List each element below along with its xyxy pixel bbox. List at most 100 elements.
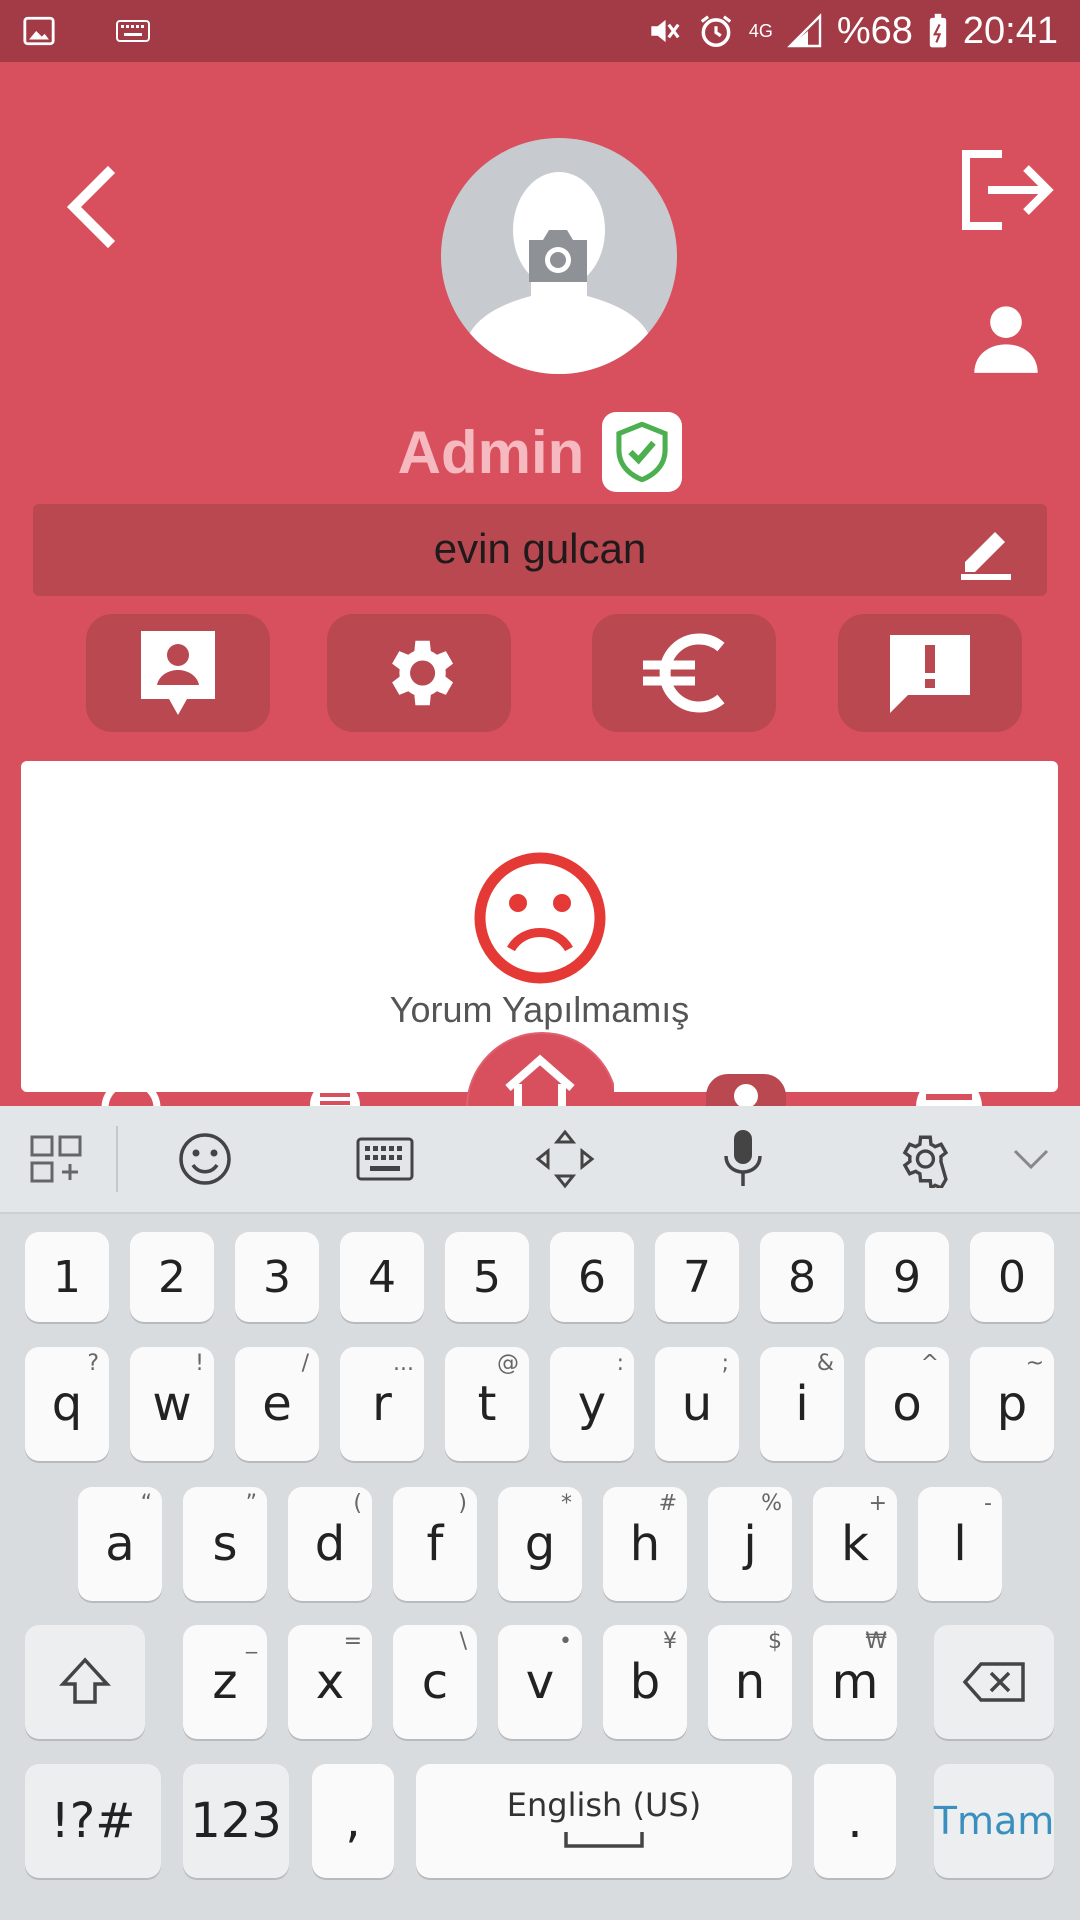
key-8[interactable]: 8 (760, 1232, 844, 1322)
key-s[interactable]: s” (183, 1487, 267, 1601)
mute-icon (645, 12, 683, 50)
nav-home[interactable] (466, 1032, 614, 1106)
symbols-key[interactable]: !?# (25, 1764, 161, 1878)
key-a[interactable]: a “ (78, 1487, 162, 1601)
key-o[interactable]: o ^ (865, 1347, 949, 1461)
backspace-key[interactable] (934, 1625, 1054, 1739)
key-hint: ... (393, 1351, 414, 1376)
key-hint: ₩ (865, 1629, 887, 1654)
battery-icon (927, 13, 949, 49)
emoji-icon[interactable] (172, 1126, 238, 1192)
keyboard-settings-icon[interactable] (890, 1126, 956, 1192)
key-c[interactable]: c \ (393, 1625, 477, 1739)
key-z[interactable]: z _ (183, 1625, 267, 1739)
nav-more[interactable] (916, 1074, 982, 1106)
key-label: , (345, 1793, 361, 1849)
key-p[interactable]: p ~ (970, 1347, 1054, 1461)
key-w[interactable]: w! (130, 1347, 214, 1461)
nav-list[interactable] (302, 1073, 368, 1106)
key-x[interactable]: x = (288, 1625, 372, 1739)
key-f[interactable]: f) (393, 1487, 477, 1601)
key-label: y (577, 1376, 607, 1432)
home-icon (505, 1054, 575, 1106)
collapse-keyboard-icon[interactable] (998, 1126, 1064, 1192)
name-field[interactable]: evin gulcan (33, 504, 1047, 596)
report-button[interactable] (838, 614, 1022, 732)
key-hint: / (301, 1351, 309, 1376)
nav-alarm[interactable] (96, 1070, 166, 1106)
key-label: u (681, 1376, 713, 1432)
key-d[interactable]: d( (288, 1487, 372, 1601)
shift-icon (59, 1657, 111, 1704)
done-key[interactable]: Tmam (934, 1764, 1054, 1878)
avatar[interactable] (441, 138, 677, 374)
key-t[interactable]: t @ (445, 1347, 529, 1461)
key-5[interactable]: 5 (445, 1232, 529, 1322)
comma-key[interactable]: , (312, 1764, 394, 1878)
key-label: 8 (788, 1251, 816, 1303)
payments-button[interactable] (592, 614, 776, 732)
microphone-icon[interactable] (710, 1126, 776, 1192)
key-e[interactable]: e / (235, 1347, 319, 1461)
nav-profile[interactable] (706, 1074, 786, 1106)
key-label: k (841, 1516, 869, 1572)
keyboard-mode-icon[interactable] (352, 1126, 418, 1192)
key-l[interactable]: l- (918, 1487, 1002, 1601)
logout-button[interactable] (958, 148, 1054, 232)
key-3[interactable]: 3 (235, 1232, 319, 1322)
key-b[interactable]: b ¥ (603, 1625, 687, 1739)
key-n[interactable]: n $ (708, 1625, 792, 1739)
back-icon (66, 165, 116, 249)
key-9[interactable]: 9 (865, 1232, 949, 1322)
key-hint: \ (459, 1629, 467, 1654)
key-label: 123 (190, 1793, 282, 1849)
key-label: 4 (368, 1251, 396, 1303)
key-hint: _ (246, 1629, 257, 1654)
key-j[interactable]: j% (708, 1487, 792, 1601)
shift-key[interactable] (25, 1625, 145, 1739)
apps-grid-icon[interactable] (24, 1126, 90, 1192)
key-i[interactable]: i & (760, 1347, 844, 1461)
key-u[interactable]: u; (655, 1347, 739, 1461)
key-6[interactable]: 6 (550, 1232, 634, 1322)
key-h[interactable]: h # (603, 1487, 687, 1601)
keyboard-icon (116, 20, 150, 47)
key-hint: “ (140, 1491, 152, 1516)
settings-button[interactable] (327, 614, 511, 732)
cursor-move-icon[interactable] (532, 1126, 598, 1192)
period-key[interactable]: . (814, 1764, 896, 1878)
key-label: f (426, 1516, 444, 1572)
key-k[interactable]: k + (813, 1487, 897, 1601)
battery-percent: %68 (836, 9, 913, 52)
key-m[interactable]: m ₩ (813, 1625, 897, 1739)
key-label: m (831, 1654, 879, 1710)
key-2[interactable]: 2 (130, 1232, 214, 1322)
empty-reviews-message: Yorum Yapılmamış (389, 989, 690, 1030)
key-1[interactable]: 1 (25, 1232, 109, 1322)
numbers-key[interactable]: 123 (183, 1764, 289, 1878)
key-label: w (152, 1376, 192, 1432)
key-4[interactable]: 4 (340, 1232, 424, 1322)
profile-button[interactable] (968, 300, 1044, 376)
list-nav-icon (310, 1080, 360, 1106)
key-hint: ^ (920, 1351, 939, 1376)
edit-icon[interactable] (957, 520, 1015, 587)
key-label: b (629, 1654, 661, 1710)
key-label: o (892, 1376, 922, 1432)
toolbar-divider (116, 1126, 118, 1192)
contact-button[interactable] (86, 614, 270, 732)
space-key[interactable]: English (US) (416, 1764, 792, 1878)
role-label: Admin (397, 418, 585, 486)
back-button[interactable] (62, 165, 126, 249)
key-7[interactable]: 7 (655, 1232, 739, 1322)
key-r[interactable]: r... (340, 1347, 424, 1461)
key-label: v (525, 1654, 555, 1710)
key-hint: • (559, 1629, 572, 1654)
backspace-icon (962, 1662, 1025, 1702)
key-y[interactable]: y: (550, 1347, 634, 1461)
key-0[interactable]: 0 (970, 1232, 1054, 1322)
key-g[interactable]: g * (498, 1487, 582, 1601)
key-v[interactable]: v • (498, 1625, 582, 1739)
gallery-icon (22, 14, 56, 53)
key-q[interactable]: q? (25, 1347, 109, 1461)
